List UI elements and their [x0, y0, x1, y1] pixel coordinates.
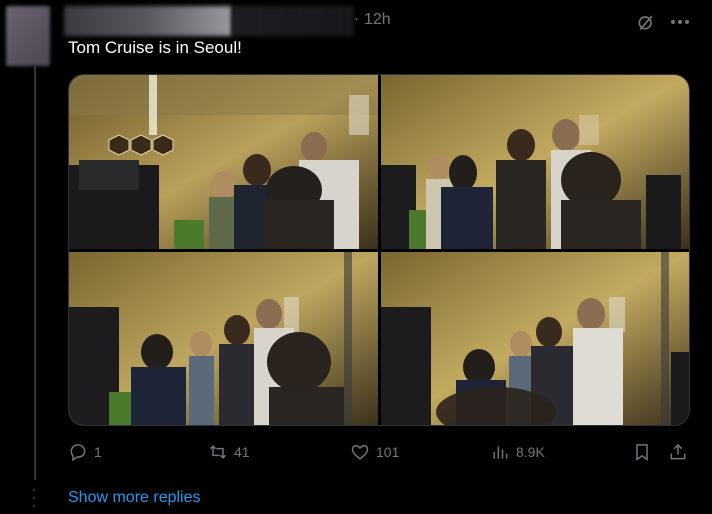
views-icon — [493, 446, 508, 459]
media-grid — [68, 74, 690, 426]
views-count: 8.9K — [516, 444, 545, 460]
bookmark-button[interactable] — [632, 440, 652, 464]
share-button[interactable] — [668, 440, 688, 464]
ellipsis-vertical-icon — [32, 488, 36, 508]
repost-icon — [209, 445, 227, 459]
action-bar: 1 41 101 8.9K — [68, 440, 694, 464]
author-handle-redacted[interactable] — [232, 6, 354, 36]
grok-icon[interactable] — [636, 12, 656, 32]
repost-button[interactable]: 41 — [208, 440, 250, 464]
tweet[interactable]: · 12h Tom Cruise is in Seoul! 1 41 101 8… — [0, 0, 712, 480]
like-count: 101 — [376, 444, 400, 460]
timestamp[interactable]: 12h — [364, 11, 391, 29]
repost-count: 41 — [234, 444, 250, 460]
separator-dot: · — [354, 10, 359, 27]
avatar[interactable] — [6, 6, 50, 66]
show-more-replies-link[interactable]: Show more replies — [68, 489, 201, 507]
photo-3[interactable] — [69, 252, 378, 425]
like-icon — [351, 444, 369, 460]
photo-4[interactable] — [381, 252, 689, 425]
author-name-redacted[interactable] — [64, 6, 232, 36]
reply-icon — [70, 444, 86, 462]
thread-line — [34, 66, 36, 480]
views-button[interactable]: 8.9K — [490, 440, 545, 464]
photo-2[interactable] — [381, 75, 689, 249]
reply-count: 1 — [94, 444, 102, 460]
share-icon — [670, 443, 686, 460]
reply-button[interactable]: 1 — [68, 440, 102, 464]
tweet-text: Tom Cruise is in Seoul! — [68, 38, 242, 57]
bookmark-icon — [636, 444, 648, 461]
more-icon[interactable] — [668, 12, 692, 32]
like-button[interactable]: 101 — [350, 440, 399, 464]
photo-1[interactable] — [69, 75, 378, 249]
